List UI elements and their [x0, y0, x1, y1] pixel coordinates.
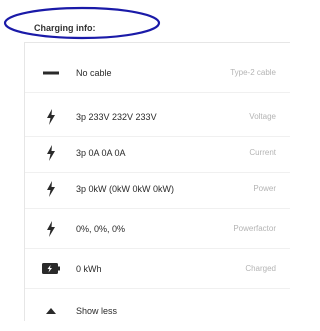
- power-row: 3p 0kW (0kW 0kW 0kW) Power: [25, 169, 290, 209]
- triangle-up-icon: [40, 302, 62, 320]
- current-label: Current: [249, 148, 276, 157]
- power-value: 3p 0kW (0kW 0kW 0kW): [76, 183, 175, 194]
- lightning-icon: [40, 220, 62, 238]
- cable-value: No cable: [76, 67, 112, 78]
- charged-value: 0 kWh: [76, 263, 102, 274]
- lightning-icon: [40, 108, 62, 126]
- show-less-toggle[interactable]: Show less: [25, 291, 290, 331]
- powerfactor-row: 0%, 0%, 0% Powerfactor: [25, 209, 290, 249]
- battery-icon: [40, 260, 62, 278]
- lightning-icon: [40, 180, 62, 198]
- lightning-icon: [40, 144, 62, 162]
- charged-label: Charged: [245, 264, 276, 273]
- power-label: Power: [253, 184, 276, 193]
- powerfactor-label: Powerfactor: [233, 224, 276, 233]
- current-value: 3p 0A 0A 0A: [76, 147, 126, 158]
- section-title: Charging info:: [34, 23, 96, 33]
- show-less-label: Show less: [76, 306, 118, 316]
- powerfactor-value: 0%, 0%, 0%: [76, 223, 126, 234]
- cable-row: No cable Type-2 cable: [25, 53, 290, 93]
- charging-info-panel: Charging info: No cable Type-2 cable 3p …: [0, 0, 290, 321]
- voltage-value: 3p 233V 232V 233V: [76, 111, 157, 122]
- dash-icon: [40, 64, 62, 82]
- voltage-row: 3p 233V 232V 233V Voltage: [25, 97, 290, 137]
- section-header: Charging info:: [24, 14, 289, 42]
- cable-label: Type-2 cable: [230, 68, 276, 77]
- current-row: 3p 0A 0A 0A Current: [25, 133, 290, 173]
- charged-row: 0 kWh Charged: [25, 249, 290, 289]
- voltage-label: Voltage: [249, 112, 276, 121]
- charging-info-card: No cable Type-2 cable 3p 233V 232V 233V …: [24, 42, 290, 321]
